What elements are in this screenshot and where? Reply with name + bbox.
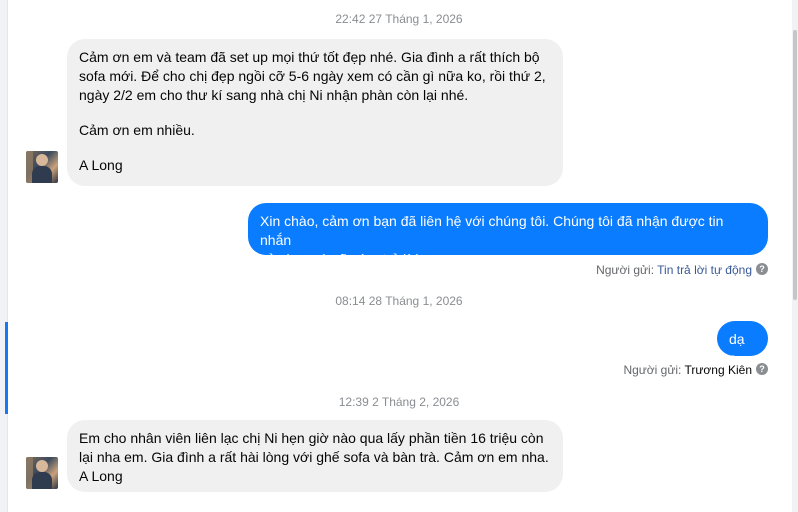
message-bubble-incoming[interactable]: Cảm ơn em và team đã set up mọi thứ tốt … [67,39,563,186]
message-bubble-outgoing[interactable]: dạ a [717,321,768,366]
message-text: Cảm ơn em và team đã set up mọi thứ tốt … [79,49,540,65]
sender-link[interactable]: Tin trả lời tự động [657,263,752,277]
help-icon[interactable]: ? [756,263,768,275]
sender-name[interactable]: Trương Kiên [685,363,752,377]
timestamp: 12:39 2 Tháng 2, 2026 [338,395,460,409]
help-icon[interactable]: ? [756,363,768,375]
timestamp: 22:42 27 Tháng 1, 2026 [335,12,463,26]
message-bubble-outgoing[interactable]: Xin chào, cảm ơn bạn đã liên hệ với chún… [248,203,768,267]
message-text: Em cho nhân viên liên lạc chị Ni hẹn giờ… [79,430,544,446]
message-text: ngày 2/2 em cho thư kí sang nhà chị Ni n… [79,87,469,103]
avatar[interactable] [26,457,58,489]
sender-info: Người gửi: Tin trả lời tự động [596,263,752,277]
scrollbar-thumb[interactable] [793,30,797,300]
message-text: A Long [79,468,123,484]
timestamp: 08:14 28 Tháng 1, 2026 [335,294,463,308]
message-text: sofa mới. Để cho chị đẹp ngồi cỡ 5-6 ngà… [79,68,546,84]
message-text: Xin chào, cảm ơn bạn đã liên hệ với chún… [260,213,724,248]
left-panel-edge [0,0,8,512]
message-bubble-incoming[interactable]: Em cho nhân viên liên lạc chị Ni hẹn giờ… [67,420,563,492]
message-text: A Long [79,157,123,173]
message-text: Cảm ơn em nhiều. [79,122,195,138]
avatar[interactable] [26,151,58,183]
scrollbar[interactable] [792,0,798,512]
message-text: lại nha em. Gia đình a rất hài lòng với … [79,449,549,465]
sender-info: Người gửi: Trương Kiên [623,363,752,377]
